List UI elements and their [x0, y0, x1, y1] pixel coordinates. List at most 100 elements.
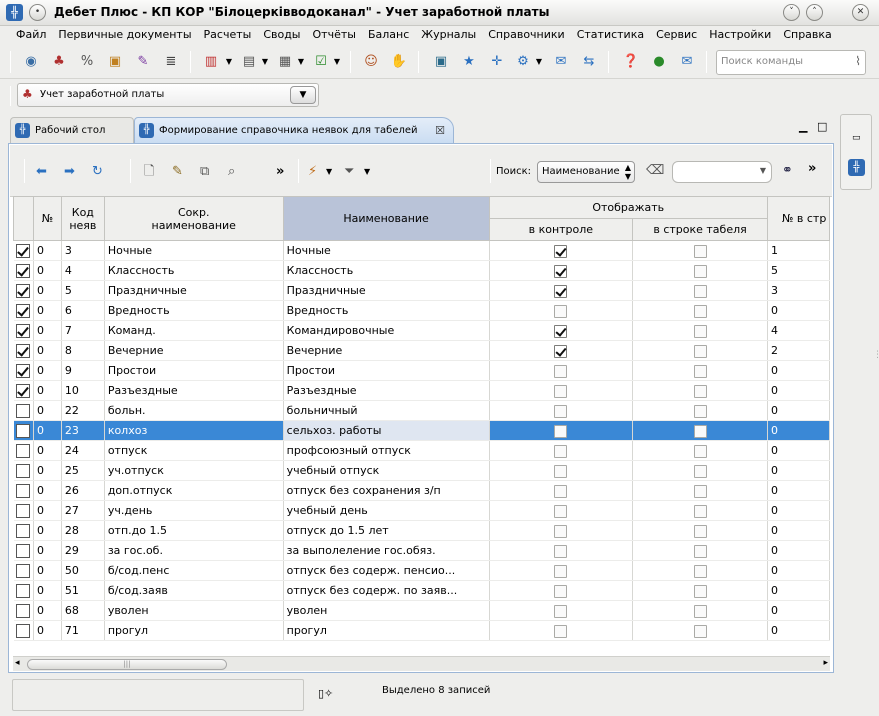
table-row[interactable]: 0 3 Ночные Ночные 1: [13, 240, 830, 261]
users-icon[interactable]: ☺: [362, 53, 380, 71]
search-input[interactable]: ▼: [672, 161, 772, 183]
in-control-cell[interactable]: [489, 320, 634, 341]
row-select-cell[interactable]: [13, 380, 34, 401]
maximize-pane-icon[interactable]: □: [817, 120, 827, 133]
in-control-cell[interactable]: [489, 420, 634, 441]
line-num-column-header[interactable]: № в стр: [766, 196, 830, 241]
in-control-checkbox[interactable]: [554, 564, 568, 578]
table-row[interactable]: 0 50 б/сод.пенс отпуск без содерж. пенсио..…: [13, 560, 830, 581]
in-timesheet-checkbox[interactable]: [693, 464, 707, 478]
in-control-checkbox[interactable]: [554, 384, 568, 398]
num-column-header[interactable]: №: [32, 196, 62, 241]
table-row[interactable]: 0 6 Вредность Вредность 0: [13, 300, 830, 321]
chevron-down-icon[interactable]: ▼: [256, 53, 274, 71]
row-checkbox[interactable]: [16, 244, 31, 258]
preview-icon[interactable]: ⌕: [228, 164, 235, 180]
chevron-down-icon[interactable]: ▼: [220, 53, 238, 71]
table-row[interactable]: 0 68 уволен уволен 0: [13, 600, 830, 621]
calculator-icon[interactable]: ▣: [432, 53, 450, 71]
row-select-cell[interactable]: [13, 280, 34, 301]
in-timesheet-cell[interactable]: [632, 560, 768, 581]
menu-item[interactable]: Справка: [777, 26, 837, 44]
in-control-column-header[interactable]: в контроле: [488, 218, 634, 241]
edit-document-icon[interactable]: ✎: [134, 53, 152, 71]
in-timesheet-cell[interactable]: [632, 540, 768, 561]
chevron-down-icon[interactable]: ▼: [530, 53, 548, 71]
in-control-cell[interactable]: [489, 360, 634, 381]
row-select-cell[interactable]: [13, 420, 34, 441]
tab-desktop[interactable]: ╬ Рабочий стол: [10, 117, 134, 144]
row-select-cell[interactable]: [13, 500, 34, 521]
chevron-down-icon[interactable]: ▼: [760, 166, 766, 175]
binoculars-icon[interactable]: ⚭: [782, 163, 793, 179]
arrow-right-icon[interactable]: ➡: [64, 164, 75, 180]
row-checkbox[interactable]: [16, 624, 31, 638]
in-timesheet-cell[interactable]: [632, 500, 768, 521]
in-timesheet-checkbox[interactable]: [693, 404, 707, 418]
in-control-checkbox[interactable]: [554, 604, 568, 618]
row-select-cell[interactable]: [13, 400, 34, 421]
eraser-icon[interactable]: ⌫: [646, 163, 664, 179]
table-row[interactable]: 0 8 Вечерние Вечерние 2: [13, 340, 830, 361]
menu-item[interactable]: Расчеты: [198, 26, 258, 44]
menu-item[interactable]: Отчёты: [307, 26, 362, 44]
in-timesheet-checkbox[interactable]: [693, 524, 707, 538]
in-control-cell[interactable]: [489, 460, 634, 481]
in-control-checkbox[interactable]: [554, 324, 568, 338]
table-row[interactable]: 0 29 за гос.об. за выполеление гос.обяз. 0: [13, 540, 830, 561]
in-control-checkbox[interactable]: [554, 244, 568, 258]
employees-icon[interactable]: ♣: [50, 53, 68, 71]
in-timesheet-cell[interactable]: [632, 320, 768, 341]
in-timesheet-checkbox[interactable]: [693, 444, 707, 458]
in-timesheet-cell[interactable]: [632, 440, 768, 461]
in-control-checkbox[interactable]: [554, 264, 568, 278]
chevron-down-icon[interactable]: ▼: [364, 164, 370, 180]
chevron-down-icon[interactable]: ▼: [326, 164, 332, 180]
in-timesheet-cell[interactable]: [632, 520, 768, 541]
help-icon[interactable]: ❓: [622, 53, 640, 71]
row-checkbox[interactable]: [16, 504, 31, 518]
arrow-left-icon[interactable]: ⬅: [36, 164, 47, 180]
row-select-cell[interactable]: [13, 560, 34, 581]
menu-item[interactable]: Справочники: [482, 26, 570, 44]
overflow-chevron-icon[interactable]: »: [276, 164, 284, 180]
window-menu-icon[interactable]: •: [29, 4, 46, 21]
in-control-cell[interactable]: [489, 580, 634, 601]
in-control-checkbox[interactable]: [554, 364, 568, 378]
table-row[interactable]: 0 24 отпуск профсоюзный отпуск 0: [13, 440, 830, 461]
in-timesheet-checkbox[interactable]: [693, 304, 707, 318]
in-control-checkbox[interactable]: [554, 344, 568, 358]
table-row[interactable]: 0 25 уч.отпуск учебный отпуск 0: [13, 460, 830, 481]
in-control-checkbox[interactable]: [554, 484, 568, 498]
magic-wand-icon[interactable]: ⚡: [308, 164, 317, 180]
table-row[interactable]: 0 71 прогул прогул 0: [13, 620, 830, 641]
in-timesheet-checkbox[interactable]: [693, 504, 707, 518]
refresh-icon[interactable]: ↻: [92, 164, 103, 180]
in-control-cell[interactable]: [489, 540, 634, 561]
network-icon[interactable]: ✛: [488, 53, 506, 71]
in-control-checkbox[interactable]: [554, 304, 568, 318]
horizontal-scrollbar[interactable]: ◂ ||| ▸: [13, 656, 830, 671]
scroll-left-icon[interactable]: ◂: [15, 658, 20, 668]
minimize-icon[interactable]: ˅: [783, 4, 800, 21]
overflow-chevron-icon[interactable]: »: [808, 161, 816, 177]
code-column-header[interactable]: Код неяв: [60, 196, 105, 241]
inbox-icon[interactable]: ✉: [678, 53, 696, 71]
row-checkbox[interactable]: [16, 424, 31, 438]
in-timesheet-cell[interactable]: [632, 460, 768, 481]
row-checkbox[interactable]: [16, 524, 31, 538]
row-select-cell[interactable]: [13, 620, 34, 641]
in-control-checkbox[interactable]: [554, 544, 568, 558]
in-timesheet-cell[interactable]: [632, 360, 768, 381]
row-checkbox[interactable]: [16, 364, 31, 378]
table-row[interactable]: 0 9 Простои Простои 0: [13, 360, 830, 381]
menu-item[interactable]: Баланс: [362, 26, 415, 44]
scrollbar-thumb[interactable]: |||: [27, 659, 227, 670]
in-timesheet-checkbox[interactable]: [693, 424, 707, 438]
in-control-cell[interactable]: [489, 340, 634, 361]
row-checkbox[interactable]: [16, 484, 31, 498]
menu-item[interactable]: Настройки: [703, 26, 777, 44]
debet-plus-logo-icon[interactable]: ╬: [6, 4, 23, 21]
table-row[interactable]: 0 7 Команд. Командировочные 4: [13, 320, 830, 341]
in-timesheet-checkbox[interactable]: [693, 624, 707, 638]
